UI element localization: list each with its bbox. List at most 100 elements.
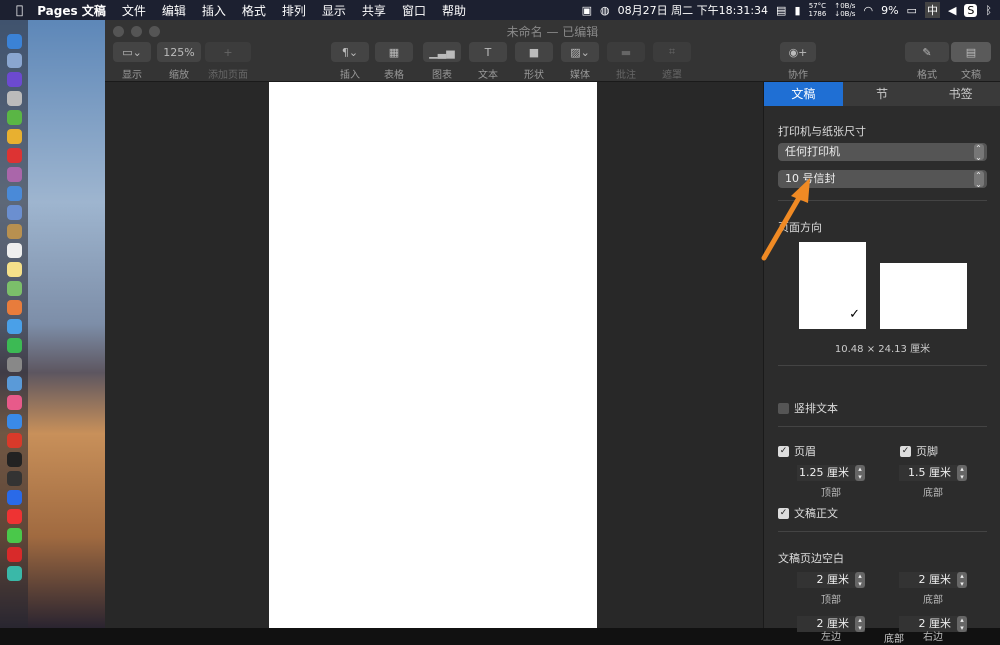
margin-top-stepper[interactable]: 2 厘米 ▴ ▾ [797,572,865,588]
footer-checkbox[interactable]: ✓ 页脚 [900,443,938,459]
finder-icon[interactable] [6,34,22,49]
table-button[interactable]: ▦ 表格 [375,42,413,81]
input-method[interactable]: 中 [924,2,940,18]
wechat-icon[interactable] [6,528,22,543]
text-label: 文本 [478,70,498,81]
menu-share[interactable]: 共享 [362,2,386,19]
notes-icon[interactable] [6,262,22,277]
tab-document[interactable]: 文稿 [764,82,843,106]
collaborate-button[interactable]: ◉+ 协作 [780,42,816,81]
stepper-arrows-icon[interactable]: ▴ ▾ [855,465,865,481]
netease-music-icon[interactable] [6,547,22,562]
android-icon[interactable] [6,110,22,125]
chrome-icon[interactable] [6,129,22,144]
menu-file[interactable]: 文件 [122,2,146,19]
net-monitor[interactable]: ↑0B/s ↓0B/s [834,2,855,18]
collaborate-label: 协作 [788,70,808,81]
menu-insert[interactable]: 插入 [202,2,226,19]
paper-size-select[interactable]: 10 号信封 [778,170,987,188]
paragraph-icon: ¶⌄ [331,42,369,62]
zoom-button[interactable]: 125% 缩放 [157,42,201,81]
media-button[interactable]: ▨⌄ 媒体 [561,42,599,81]
safari-icon[interactable] [6,186,22,201]
app-icon[interactable] [6,566,22,581]
activity-monitor-icon[interactable] [6,471,22,486]
menu-format[interactable]: 格式 [242,2,266,19]
menu-edit[interactable]: 编辑 [162,2,186,19]
volume-icon[interactable]: ◀ [948,4,956,17]
stray-caption: 底部 [884,634,904,645]
vertical-text-checkbox[interactable]: 竖排文本 [778,400,838,416]
mask-button[interactable]: ⌗ 遮罩 [653,42,691,81]
app-icon[interactable] [6,167,22,182]
maps-icon[interactable] [6,281,22,296]
header-stepper[interactable]: 1.25 厘米 ▴ ▾ [797,465,865,481]
battery[interactable]: 9% [881,4,898,17]
battery-icon: ▭ [906,3,917,17]
clock[interactable]: 08月27日 周二 下午18:31:34 [618,2,768,18]
terminal-icon[interactable] [6,452,22,467]
tab-bookmarks[interactable]: 书签 [921,82,1000,106]
globe-icon[interactable]: ◍ [600,4,610,17]
tab-section[interactable]: 节 [843,82,922,106]
messages-icon[interactable] [6,319,22,334]
comment-button[interactable]: ▬ 批注 [607,42,645,81]
app-icon[interactable] [6,224,22,239]
display-icon[interactable]: ▣ [582,4,592,17]
menu-arrange[interactable]: 排列 [282,2,306,19]
launchpad-icon[interactable] [6,53,22,68]
body-checkbox[interactable]: ✓ 文稿正文 [778,505,838,521]
portrait-option[interactable]: ✓ [799,242,866,329]
temp-monitor[interactable]: 57°C 1786 [809,2,827,18]
view-button[interactable]: ▭⌄ 显示 [113,42,151,81]
footer-caption: 底部 [923,488,943,499]
format-button[interactable]: ✎ 格式 [905,42,949,81]
menu-window[interactable]: 窗口 [402,2,426,19]
document-button[interactable]: ▤ 文稿 [951,42,991,81]
menu-view[interactable]: 显示 [322,2,346,19]
facetime-icon[interactable] [6,338,22,353]
music-icon[interactable] [6,395,22,410]
bluetooth-icon[interactable]: ᛒ [985,4,992,17]
preview-icon[interactable] [6,205,22,220]
calendar-icon[interactable] [6,243,22,258]
menu-app[interactable]: Pages 文稿 [37,2,106,19]
header-label: 页眉 [794,445,816,458]
header-checkbox[interactable]: ✓ 页眉 [778,443,816,459]
document-page[interactable] [269,82,597,628]
dock [0,20,28,628]
printer-select[interactable]: 任何打印机 [778,143,987,161]
table-icon: ▦ [375,42,413,62]
footer-stepper[interactable]: 1.5 厘米 ▴ ▾ [899,465,967,481]
bookmark-icon[interactable]: ▮ [794,4,800,17]
margins-section-title: 文稿页边空白 [778,552,844,565]
app-icon[interactable] [6,357,22,372]
chart-icon: ▁▃▅ [423,42,461,62]
siri-icon[interactable] [6,72,22,87]
stepper-arrows-icon[interactable]: ▴ ▾ [957,465,967,481]
margin-bottom-stepper[interactable]: 2 厘米 ▴ ▾ [899,572,967,588]
vivaldi-icon[interactable] [6,433,22,448]
margin-top-caption: 顶部 [821,595,841,606]
insert-button[interactable]: ¶⌄ 插入 [331,42,369,81]
keynote-icon[interactable] [6,376,22,391]
add-page-button[interactable]: + 添加页面 [205,42,251,81]
stepper-arrows-icon[interactable]: ▴ ▾ [855,572,865,588]
chart-button[interactable]: ▁▃▅ 图表 [423,42,461,81]
landscape-option[interactable] [880,263,967,329]
s-app-icon[interactable]: S [964,3,978,17]
text-button[interactable]: T 文本 [469,42,507,81]
photos-icon[interactable] [6,300,22,315]
vpn-icon[interactable] [6,490,22,505]
appstore-icon[interactable] [6,414,22,429]
stepper-arrows-icon[interactable]: ▴ ▾ [957,572,967,588]
apple-icon[interactable]:  [16,3,23,17]
app-icon[interactable]: ▤ [776,4,786,17]
yandex-icon[interactable] [6,509,22,524]
app-icon[interactable] [6,148,22,163]
rocket-icon[interactable] [6,91,22,106]
media-label: 媒体 [570,70,590,81]
shape-button[interactable]: ■ 形状 [515,42,553,81]
wifi-icon[interactable]: ◠ [863,4,873,17]
menu-help[interactable]: 帮助 [442,2,466,19]
